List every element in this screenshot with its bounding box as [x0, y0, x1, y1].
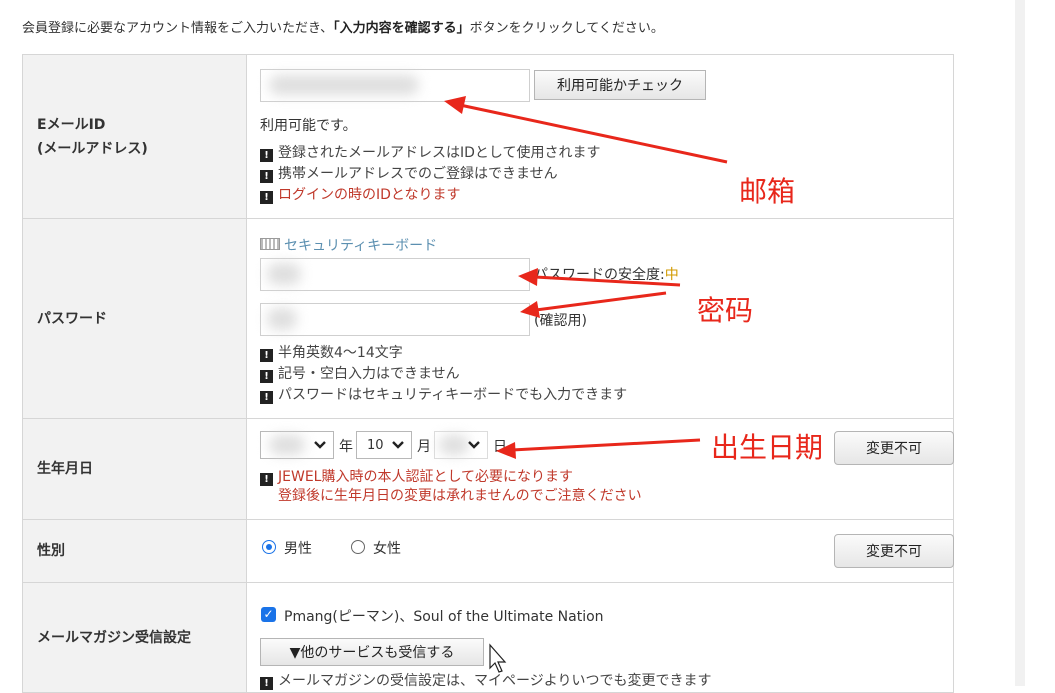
email-label: EメールID (メールアドレス): [22, 54, 247, 219]
row-email: EメールID (メールアドレス) 利用可能かチェック 利用可能です。 ! 登録され…: [22, 54, 954, 219]
check-availability-button[interactable]: 利用可能かチェック: [534, 70, 706, 100]
exclamation-icon: !: [260, 473, 273, 486]
exclamation-icon: !: [260, 149, 273, 162]
annotation-password: 密码: [697, 294, 754, 327]
email-note-1: ! 登録されたメールアドレスはIDとして使用されます: [260, 143, 601, 163]
birth-cell: 年 10 月 日 変更不可 ! JEWEL購入時の本人認証として必要になります 登…: [246, 418, 954, 520]
intro-bold: 「入力内容を確認する」: [333, 21, 470, 36]
exclamation-icon: !: [260, 391, 273, 404]
password-confirm-label: (確認用): [534, 313, 587, 329]
gender-change-disabled-button[interactable]: 変更不可: [834, 534, 954, 568]
email-status: 利用可能です。: [260, 118, 357, 134]
exclamation-icon: !: [260, 370, 273, 383]
exclamation-icon: !: [260, 677, 273, 690]
exclamation-icon: !: [260, 191, 273, 204]
birth-note-2: 登録後に生年月日の変更は承れませんのでご注意ください: [278, 488, 642, 504]
scrollbar-track[interactable]: [1015, 0, 1025, 686]
annotation-birth: 出生日期: [711, 431, 824, 464]
chevron-down-icon: [392, 441, 404, 449]
strength-value: 中: [664, 267, 679, 283]
email-input[interactable]: [260, 69, 530, 102]
password-input[interactable]: [260, 258, 530, 291]
year-redacted: [269, 435, 305, 455]
password-confirm-input[interactable]: [260, 303, 530, 336]
female-label: 女性: [373, 541, 401, 557]
row-password: パスワード セキュリティキーボード パスワードの安全度:中 (確認用) ! 半角英…: [22, 218, 954, 419]
exclamation-icon: !: [260, 349, 273, 362]
month-unit: 月: [417, 439, 431, 455]
security-keyboard-link[interactable]: セキュリティキーボード: [260, 235, 437, 255]
registration-form: EメールID (メールアドレス) 利用可能かチェック 利用可能です。 ! 登録され…: [22, 54, 954, 693]
password-confirm-redacted: [267, 308, 297, 330]
mail-option-label: Pmang(ピーマン)、Soul of the Ultimate Nation: [284, 609, 604, 625]
birth-day-select[interactable]: [434, 431, 488, 459]
annotation-email: 邮箱: [739, 175, 796, 208]
birth-year-select[interactable]: [260, 431, 334, 459]
email-label-line1: EメールID: [37, 116, 106, 133]
day-redacted: [439, 435, 469, 455]
mail-note: ! メールマガジンの受信設定は、マイページよりいつでも変更できます: [260, 671, 711, 691]
intro-text: 会員登録に必要なアカウント情報をご入力いただき、「入力内容を確認する」ボタンをク…: [22, 17, 664, 36]
day-unit: 日: [493, 439, 507, 455]
female-radio[interactable]: [351, 540, 365, 554]
birth-note-1: ! JEWEL購入時の本人認証として必要になります: [260, 467, 573, 487]
chevron-down-icon: [314, 441, 326, 449]
email-label-line2: (メールアドレス): [37, 140, 148, 157]
year-unit: 年: [339, 439, 353, 455]
birth-label: 生年月日: [22, 418, 247, 520]
mail-option-checkbox[interactable]: ✓: [261, 607, 276, 622]
password-redacted: [267, 263, 301, 285]
password-label: パスワード: [22, 218, 247, 419]
intro-before: 会員登録に必要なアカウント情報をご入力いただき、: [22, 21, 334, 36]
row-mail-magazine: メールマガジン受信設定 ✓ Pmang(ピーマン)、Soul of the Ul…: [22, 582, 954, 693]
row-gender: 性別 男性 女性 変更不可: [22, 519, 954, 583]
gender-cell: 男性 女性 変更不可: [246, 519, 954, 583]
more-services-button[interactable]: ▼他のサービスも受信する: [260, 638, 484, 666]
password-note-1: ! 半角英数4～14文字: [260, 343, 403, 363]
email-note-2: ! 携帯メールアドレスでのご登録はできません: [260, 164, 558, 184]
gender-label: 性別: [22, 519, 247, 583]
mail-cell: ✓ Pmang(ピーマン)、Soul of the Ultimate Natio…: [246, 582, 954, 693]
month-value: 10: [367, 437, 384, 453]
male-label: 男性: [284, 541, 312, 557]
email-note-3: ! ログインの時のIDとなります: [260, 185, 461, 205]
password-strength: パスワードの安全度:中: [534, 267, 679, 283]
email-cell: 利用可能かチェック 利用可能です。 ! 登録されたメールアドレスはIDとして使用さ…: [246, 54, 954, 219]
password-note-3: ! パスワードはセキュリティキーボードでも入力できます: [260, 385, 627, 405]
mail-label: メールマガジン受信設定: [22, 582, 247, 693]
email-redacted: [269, 75, 419, 95]
birth-change-disabled-button[interactable]: 変更不可: [834, 431, 954, 465]
male-radio[interactable]: [262, 540, 276, 554]
exclamation-icon: !: [260, 170, 273, 183]
keyboard-icon: [260, 238, 280, 250]
password-cell: セキュリティキーボード パスワードの安全度:中 (確認用) ! 半角英数4～14文…: [246, 218, 954, 419]
intro-after: ボタンをクリックしてください。: [469, 21, 664, 36]
chevron-down-icon: [468, 441, 480, 449]
birth-month-select[interactable]: 10: [356, 431, 412, 459]
password-note-2: ! 記号・空白入力はできません: [260, 364, 460, 384]
